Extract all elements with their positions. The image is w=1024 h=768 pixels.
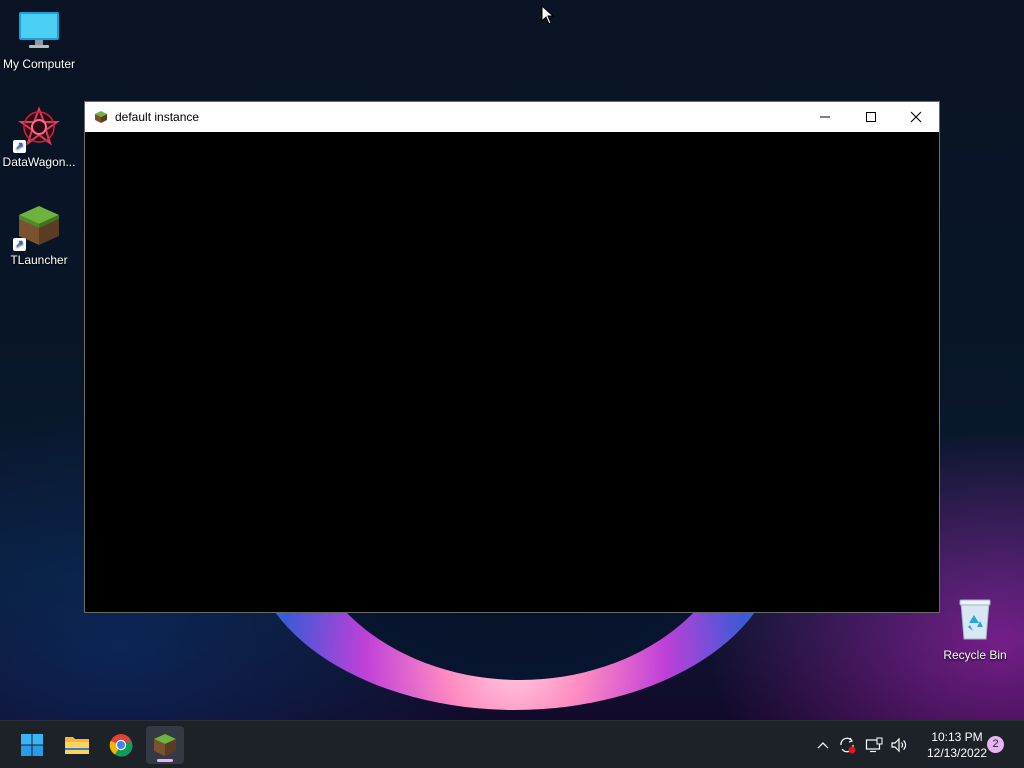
grass-block-icon: [95, 111, 107, 123]
taskbar: 10:13 PM 12/13/2022: [0, 720, 1024, 768]
tray-sync-button[interactable]: [836, 721, 858, 768]
chevron-up-icon: [817, 742, 829, 749]
taskbar-chrome[interactable]: [102, 726, 140, 764]
chrome-icon: [109, 734, 133, 757]
desktop-icon-label: TLauncher: [10, 253, 68, 267]
close-button[interactable]: [893, 102, 939, 132]
mouse-cursor-icon: [541, 5, 555, 25]
monitor-icon: [19, 12, 59, 48]
window-title: default instance: [115, 110, 200, 124]
windows-logo-icon: [21, 734, 43, 756]
desktop-icon-my-computer[interactable]: My Computer: [0, 10, 79, 71]
taskbar-minecraft[interactable]: [146, 726, 184, 764]
tray-volume-button[interactable]: [888, 721, 910, 768]
tray-network-button[interactable]: [863, 721, 885, 768]
grass-block-icon: [154, 734, 176, 756]
maximize-icon: [866, 112, 876, 122]
window-titlebar[interactable]: default instance: [85, 102, 939, 132]
close-icon: [910, 111, 922, 123]
folder-icon: [65, 737, 89, 754]
minimize-button[interactable]: [802, 102, 848, 132]
desktop-icon-label: My Computer: [2, 57, 76, 71]
sync-icon: [840, 737, 856, 754]
window-content[interactable]: [85, 132, 939, 612]
app-window[interactable]: default instance: [84, 101, 940, 613]
desktop-icon-datawagon[interactable]: ↗ DataWagon...: [0, 106, 79, 169]
active-app-indicator: [157, 759, 173, 762]
notification-badge[interactable]: 2: [987, 736, 1004, 753]
shortcut-arrow-icon: ↗: [13, 238, 26, 251]
taskbar-file-explorer[interactable]: [58, 726, 96, 764]
minimize-icon: [820, 116, 830, 118]
desktop-icon-tlauncher[interactable]: ↗ TLauncher: [0, 204, 79, 267]
shortcut-arrow-icon: ↗: [13, 140, 26, 153]
recycle-bin-icon: [959, 599, 991, 640]
network-icon: [865, 737, 883, 753]
show-hidden-icons-button[interactable]: [812, 721, 834, 768]
start-button[interactable]: [13, 726, 51, 764]
volume-icon: [891, 737, 907, 753]
desktop-icon-label: DataWagon...: [2, 155, 76, 169]
desktop-icon-label: Recycle Bin: [943, 648, 1007, 662]
desktop-icon-recycle-bin[interactable]: Recycle Bin: [935, 597, 1015, 662]
maximize-button[interactable]: [848, 102, 894, 132]
